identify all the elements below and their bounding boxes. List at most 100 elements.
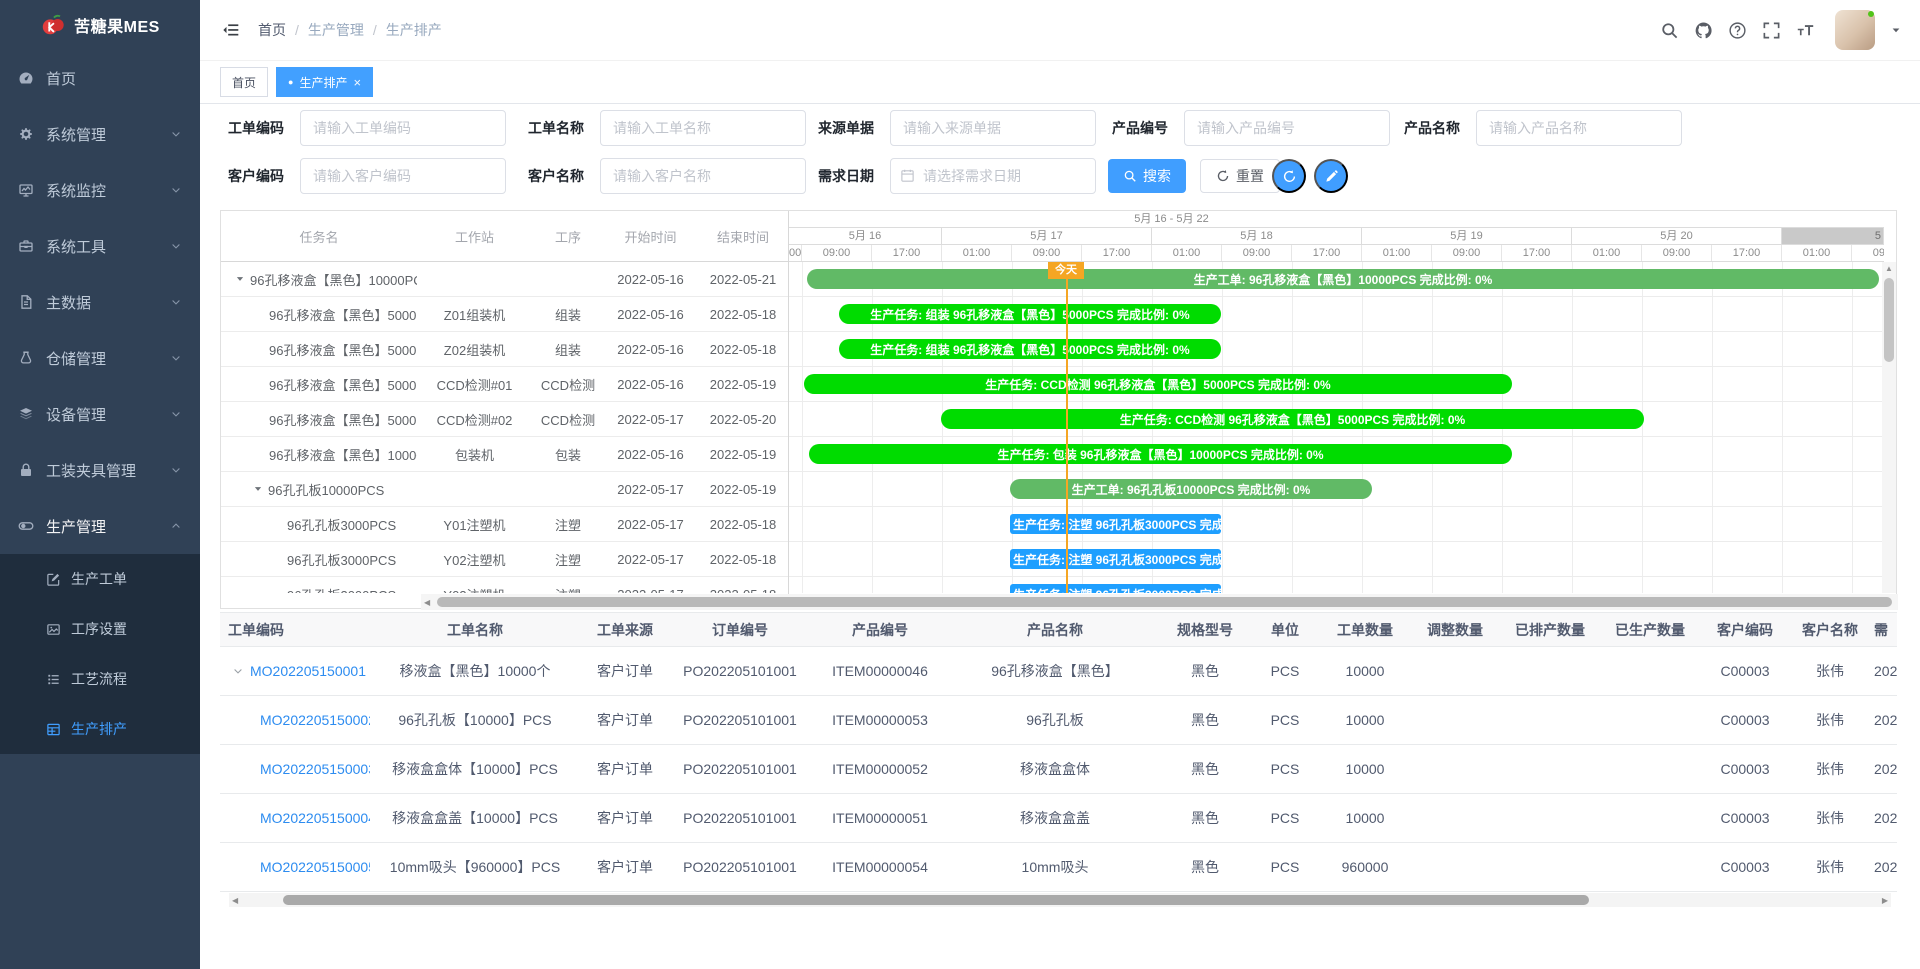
scroll-up-arrow-icon[interactable]: ▲	[1882, 264, 1896, 273]
gantt-task-row[interactable]: 96孔孔板3000PCSY01注塑机注塑2022-05-172022-05-18	[221, 507, 788, 542]
gantt-column-header: 任务名	[221, 227, 417, 246]
gantt-grid-header: 任务名工作站工序开始时间结束时间	[221, 211, 788, 262]
gantt-task-cell: 2022-05-21	[697, 272, 788, 287]
scrollbar-thumb[interactable]	[1884, 278, 1894, 362]
text-input[interactable]	[1476, 110, 1682, 146]
text-input[interactable]	[600, 110, 806, 146]
text-input[interactable]	[600, 158, 806, 194]
scroll-left-arrow-icon[interactable]: ◀	[424, 598, 430, 607]
work-order-link[interactable]: MO202205150005	[260, 859, 370, 875]
sidebar-item-9[interactable]: 生产管理	[0, 498, 200, 554]
scroll-left-arrow-icon[interactable]: ◀	[232, 896, 238, 905]
table-cell: 202	[1870, 663, 1897, 679]
gantt-bar[interactable]: 生产任务: CCD检测 96孔移液盒【黑色】5000PCS 完成比例: 0%	[804, 374, 1512, 394]
gantt-task-name: 96孔孔板10000PCS	[221, 480, 417, 499]
sidebar-item-7[interactable]: 设备管理	[0, 386, 200, 442]
gantt-task-row[interactable]: 96孔孔板3000PCSY03注塑机注塑2022-05-172022-05-18	[221, 577, 788, 593]
gantt-task-name: 96孔移液盒【黑色】10000	[221, 445, 417, 464]
sidebar-item-2[interactable]: 系统管理	[0, 106, 200, 162]
help-icon[interactable]	[1728, 21, 1747, 40]
table-row[interactable]: MO20220515000510mm吸头【960000】PCS客户订单PO202…	[220, 843, 1897, 892]
table-column-header: 产品编号	[810, 620, 950, 640]
breadcrumb-item[interactable]: 生产管理	[308, 20, 364, 40]
table-cell: 张伟	[1790, 808, 1870, 828]
text-input[interactable]	[890, 110, 1096, 146]
gantt-task-row[interactable]: 96孔移液盒【黑色】5000PCCD检测#01CCD检测2022-05-1620…	[221, 367, 788, 402]
edit-circle-button[interactable]	[1314, 159, 1348, 193]
scrollbar-thumb[interactable]	[283, 895, 1589, 905]
gantt-task-cell: 包装	[532, 445, 604, 464]
caret-down-icon[interactable]	[1890, 24, 1902, 36]
fullscreen-icon[interactable]	[1762, 21, 1781, 40]
sidebar-item-3[interactable]: 系统监控	[0, 162, 200, 218]
gantt-bar[interactable]: 生产任务: 注塑 96孔孔板3000PCS 完成	[1010, 549, 1221, 569]
gantt-task-cell: Y03注塑机	[417, 585, 532, 594]
gantt-task-row[interactable]: 96孔移液盒【黑色】5000PZ02组装机组装2022-05-162022-05…	[221, 332, 788, 367]
gantt-task-row[interactable]: 96孔孔板10000PCS2022-05-172022-05-19	[221, 472, 788, 507]
gantt-bar[interactable]: 生产工单: 96孔孔板10000PCS 完成比例: 0%	[1010, 479, 1372, 499]
breadcrumb-item[interactable]: 首页	[258, 20, 286, 40]
sidebar-item-6[interactable]: 仓储管理	[0, 330, 200, 386]
search-button[interactable]: 搜索	[1108, 159, 1186, 193]
avatar[interactable]	[1835, 10, 1875, 50]
gantt-hour-cell: 09:00	[802, 245, 872, 262]
text-input[interactable]	[300, 158, 506, 194]
gantt-bar[interactable]: 生产任务: 注塑 96孔孔板3000PCS 完成	[1010, 514, 1221, 534]
gantt-bar[interactable]: 生产任务: 包装 96孔移液盒【黑色】10000PCS 完成比例: 0%	[809, 444, 1512, 464]
toolbox-icon	[18, 238, 34, 254]
scroll-right-arrow-icon[interactable]: ▶	[1882, 896, 1888, 905]
sidebar-subitem-3[interactable]: 工艺流程	[0, 654, 200, 704]
work-order-link[interactable]: MO202205150004	[260, 810, 370, 826]
font-size-icon[interactable]	[1796, 21, 1815, 40]
table-row[interactable]: MO20220515000296孔孔板【10000】PCS客户订单PO20220…	[220, 696, 1897, 745]
tab-2[interactable]: ●生产排产×	[276, 67, 373, 97]
refresh-circle-button[interactable]	[1272, 159, 1306, 193]
sidebar-item-1[interactable]: 首页	[0, 50, 200, 106]
collapse-sidebar-icon[interactable]	[222, 21, 240, 39]
gantt-bar[interactable]: 生产工单: 96孔移液盒【黑色】10000PCS 完成比例: 0%	[807, 269, 1879, 289]
gantt-task-cell: 2022-05-20	[697, 412, 788, 427]
gantt-bar[interactable]: 生产任务: 注塑 96孔孔板3000PCS 完成	[1010, 584, 1221, 593]
gantt-task-row[interactable]: 96孔移液盒【黑色】10000PC2022-05-162022-05-21	[221, 262, 788, 297]
gantt-task-row[interactable]: 96孔孔板3000PCSY02注塑机注塑2022-05-172022-05-18	[221, 542, 788, 577]
sidebar-item-8[interactable]: 工装夹具管理	[0, 442, 200, 498]
gantt-bar[interactable]: 生产任务: 组装 96孔移液盒【黑色】5000PCS 完成比例: 0%	[839, 339, 1221, 359]
gantt-chart: 任务名工作站工序开始时间结束时间 96孔移液盒【黑色】10000PC2022-0…	[220, 210, 1897, 609]
tab-1[interactable]: 首页	[220, 67, 268, 97]
grid-icon	[46, 722, 61, 737]
sidebar-subitem-4[interactable]: 生产排产	[0, 704, 200, 754]
date-input[interactable]	[890, 158, 1096, 194]
sidebar-subitem-2[interactable]: 工序设置	[0, 604, 200, 654]
layers-icon	[18, 406, 34, 422]
table-row[interactable]: MO202205150004移液盒盒盖【10000】PCS客户订单PO20220…	[220, 794, 1897, 843]
gantt-task-row[interactable]: 96孔移液盒【黑色】5000PZ01组装机组装2022-05-162022-05…	[221, 297, 788, 332]
sidebar-item-4[interactable]: 系统工具	[0, 218, 200, 274]
sidebar-item-5[interactable]: 主数据	[0, 274, 200, 330]
work-order-code-cell: MO202205150003	[220, 761, 370, 777]
text-input[interactable]	[300, 110, 506, 146]
chevron-down-icon	[170, 184, 182, 196]
sidebar-subitem-1[interactable]: 生产工单	[0, 554, 200, 604]
gantt-bar[interactable]: 生产任务: 组装 96孔移液盒【黑色】5000PCS 完成比例: 0%	[839, 304, 1221, 324]
gantt-column-header: 结束时间	[697, 227, 789, 246]
work-order-link[interactable]: MO202205150002	[260, 712, 370, 728]
gantt-task-row[interactable]: 96孔移液盒【黑色】5000PCCD检测#02CCD检测2022-05-1720…	[221, 402, 788, 437]
work-order-link[interactable]: MO202205150001	[250, 663, 366, 679]
gantt-hour-cell: 17:00	[872, 245, 942, 262]
gantt-task-row[interactable]: 96孔移液盒【黑色】10000包装机包装2022-05-162022-05-19	[221, 437, 788, 472]
gantt-day-cell: 5月 17	[942, 228, 1152, 245]
work-order-link[interactable]: MO202205150003	[260, 761, 370, 777]
scrollbar-thumb[interactable]	[437, 597, 1892, 607]
close-icon[interactable]: ×	[353, 76, 361, 89]
gantt-task-name: 96孔移液盒【黑色】10000PC	[221, 270, 417, 289]
github-icon[interactable]	[1694, 21, 1713, 40]
table-row[interactable]: MO202205150003移液盒盒体【10000】PCS客户订单PO20220…	[220, 745, 1897, 794]
table-row[interactable]: MO202205150001移液盒【黑色】10000个客户订单PO2022051…	[220, 647, 1897, 696]
gantt-bar[interactable]: 生产任务: CCD检测 96孔移液盒【黑色】5000PCS 完成比例: 0%	[941, 409, 1644, 429]
text-input[interactable]	[1184, 110, 1390, 146]
search-icon[interactable]	[1660, 21, 1679, 40]
task-name-text: 96孔孔板3000PCS	[287, 585, 396, 594]
input-wrap	[300, 110, 506, 146]
tab-label: 生产排产	[299, 74, 347, 91]
reset-button[interactable]: 重置	[1200, 159, 1280, 193]
